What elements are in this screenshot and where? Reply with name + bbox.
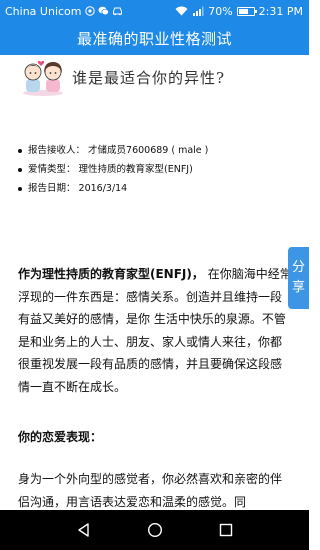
car-icon xyxy=(112,6,123,16)
title-bar: 最准确的职业性格测试 xyxy=(0,22,309,55)
report-recipient: 报告接收人： 才储成员7600689 ( male ) xyxy=(28,145,209,156)
love-performance-paragraph: 身为一个外向型的感觉者，你必然喜欢和亲密的伴侣沟通，用言语表达爱恋和温柔的感觉。… xyxy=(18,472,283,509)
status-left: China Unicom xyxy=(0,5,123,18)
report-content[interactable]: 谁是最适合你的异性? 报告接收人： 才储成员7600689 ( male ) 爱… xyxy=(0,55,309,510)
bullet xyxy=(18,167,22,172)
sim-icon xyxy=(84,6,95,16)
bullet xyxy=(18,148,22,153)
report-info-list: 报告接收人： 才储成员7600689 ( male ) 爱情类型： 理性持质的教… xyxy=(18,141,208,198)
report-date: 报告日期： 2016/3/14 xyxy=(28,183,128,194)
wifi-icon xyxy=(175,6,188,16)
page-title: 最准确的职业性格测试 xyxy=(76,30,232,48)
love-type: 爱情类型： 理性持质的教育家型(ENFJ) xyxy=(28,164,193,175)
share-button[interactable]: 分 享 xyxy=(288,247,309,309)
list-item: 报告接收人： 才储成员7600689 ( male ) xyxy=(18,141,208,160)
status-bar: China Unicom 70% 2:31 PM xyxy=(0,0,309,22)
love-performance-heading: 你的恋爱表现： xyxy=(18,430,103,444)
couple-illustration xyxy=(20,57,66,97)
battery-icon xyxy=(236,6,257,16)
banner: 谁是最适合你的异性? xyxy=(20,57,225,97)
signal-icon xyxy=(192,6,204,16)
screen: China Unicom 70% 2:31 PM 最准确的职业性格测试 谁是最适… xyxy=(0,0,309,550)
navigation-bar xyxy=(0,510,309,550)
intro-text: 在你脑海中经常浮现的一件东西是：感情关系。创造并且维持一段有益又美好的感情，是你… xyxy=(18,267,292,394)
battery-fill xyxy=(238,8,249,14)
recents-icon[interactable] xyxy=(214,518,238,542)
battery-percent: 70% xyxy=(208,4,233,18)
share-char-1: 分 xyxy=(291,260,305,275)
back-icon[interactable] xyxy=(72,518,96,542)
type-heading: 作为理性持质的教育家型(ENFJ)， xyxy=(18,267,204,281)
home-icon[interactable] xyxy=(143,518,167,542)
carrier-name: China Unicom xyxy=(5,4,82,18)
wechat-icon xyxy=(98,6,109,16)
banner-question: 谁是最适合你的异性? xyxy=(72,68,226,87)
bullet xyxy=(18,186,22,191)
clock: 2:31 PM xyxy=(258,4,303,18)
share-char-2: 享 xyxy=(291,280,305,295)
list-item: 报告日期： 2016/3/14 xyxy=(18,179,208,198)
status-right: 70% 2:31 PM xyxy=(175,0,303,22)
list-item: 爱情类型： 理性持质的教育家型(ENFJ) xyxy=(18,160,208,179)
intro-paragraph: 作为理性持质的教育家型(ENFJ)， 在你脑海中经常浮现的一件东西是：感情关系。… xyxy=(18,263,293,398)
